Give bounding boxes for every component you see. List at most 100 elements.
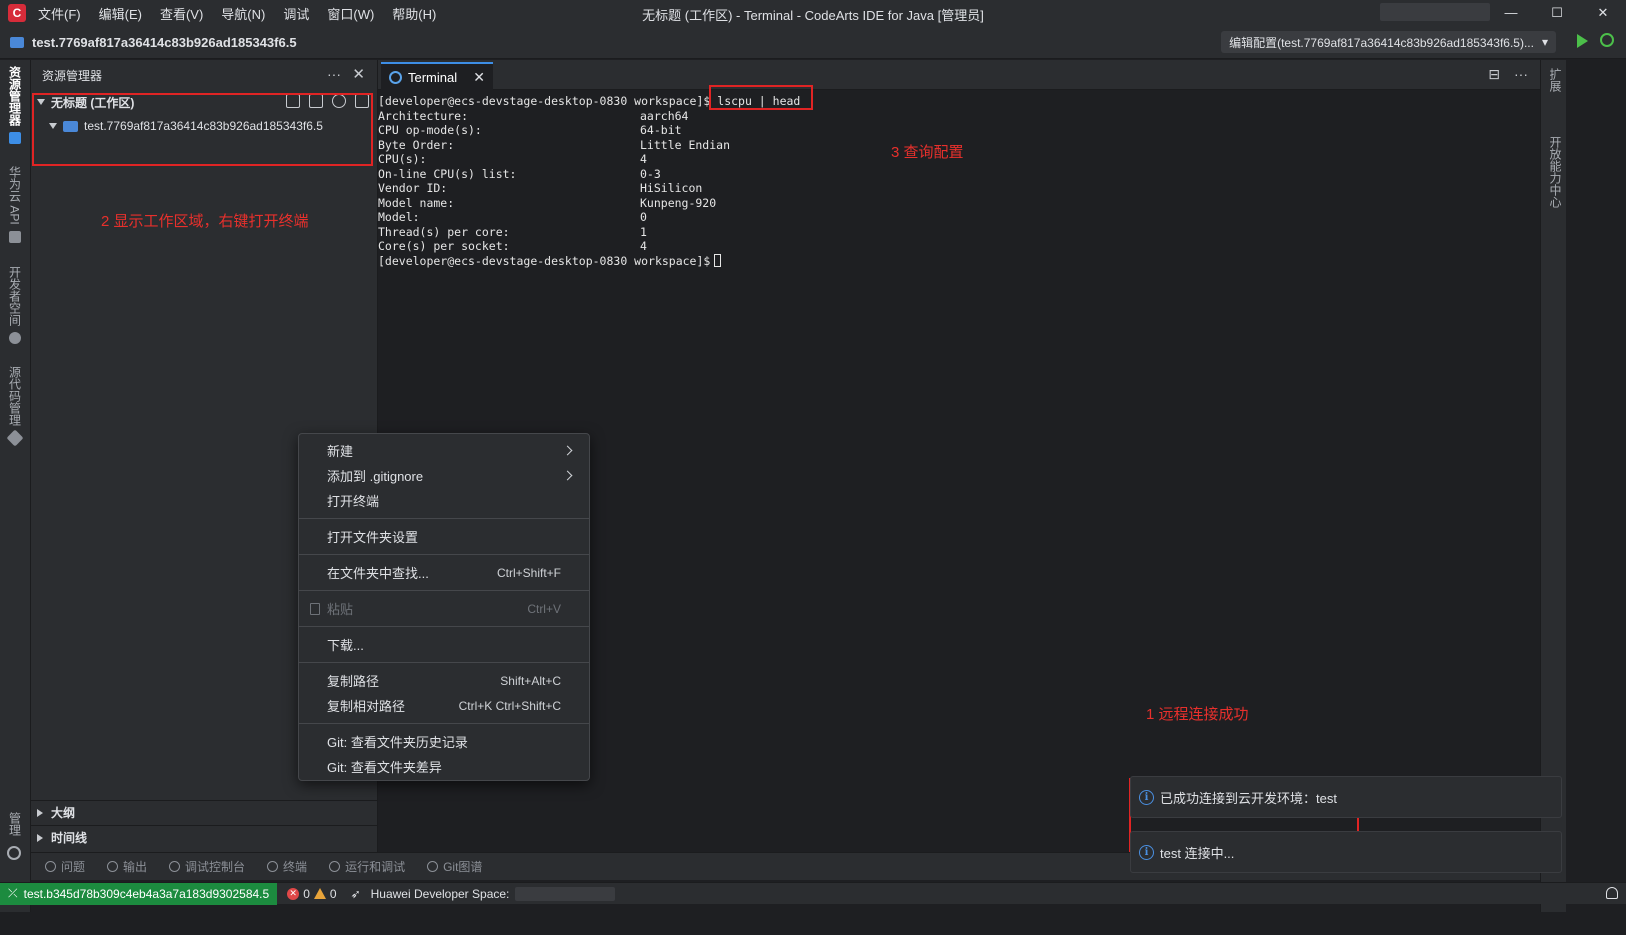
panel-tab-run-debug[interactable]: 运行和调试 — [329, 858, 405, 875]
panel-tab-problems[interactable]: 问题 — [45, 858, 85, 875]
close-icon[interactable]: ✕ — [352, 65, 365, 83]
maximize-button[interactable]: ☐ — [1534, 0, 1580, 26]
panel-tab-label: 问题 — [61, 860, 86, 874]
menu-debug[interactable]: 调试 — [283, 4, 309, 23]
menu-item-git-diff[interactable]: Git: 查看文件夹差异 — [299, 754, 589, 779]
terminal-value: 64-bit — [640, 123, 682, 137]
activity-bar-left: 资源管理器 华为云 API 开发者空间 源代码管理 管理 — [0, 60, 31, 912]
terminal-key: CPU(s): — [378, 152, 427, 166]
menu-item-new[interactable]: 新建 — [299, 438, 589, 463]
menu-item-copy-relative-path[interactable]: 复制相对路径 Ctrl+K Ctrl+Shift+C — [299, 693, 589, 718]
activity-manage[interactable]: 管理 — [4, 812, 26, 836]
menu-edit[interactable]: 编辑(E) — [99, 4, 142, 23]
notification-text: test 连接中... — [1160, 845, 1235, 861]
rocket-icon: ➶ — [350, 886, 361, 901]
terminal-output-row: Architecture: aarch64 — [378, 109, 1540, 124]
terminal-key: Architecture: — [378, 108, 469, 123]
panel-tab-output[interactable]: 输出 — [107, 858, 147, 875]
close-icon[interactable]: ✕ — [473, 69, 485, 86]
git-icon — [427, 861, 439, 872]
api-icon — [9, 230, 21, 243]
menu-item-shortcut: Ctrl+Shift+F — [496, 565, 561, 580]
menu-item-open-terminal[interactable]: 打开终端 — [299, 488, 589, 513]
run-icon[interactable] — [1577, 34, 1588, 48]
more-actions-icon[interactable]: ··· — [327, 66, 341, 82]
menu-window[interactable]: 窗口(W) — [327, 4, 374, 23]
menu-item-label: 新建 — [327, 444, 354, 459]
notification-connected[interactable]: i 已成功连接到云开发环境：test — [1130, 776, 1562, 818]
terminal-key: Core(s) per socket: — [378, 239, 510, 253]
menu-item-folder-settings[interactable]: 打开文件夹设置 — [299, 524, 589, 549]
terminal-output-row: Thread(s) per core: 1 — [378, 225, 1540, 240]
run-config-dropdown[interactable]: 编辑配置(test.7769af817a36414c83b926ad185343… — [1221, 31, 1556, 53]
more-actions-icon[interactable]: ··· — [1514, 66, 1528, 83]
menu-item-label: Git: 查看文件夹历史记录 — [327, 735, 468, 750]
terminal-key: On-line CPU(s) list: — [378, 166, 517, 181]
warning-icon — [313, 888, 326, 899]
menu-separator — [299, 554, 589, 555]
menu-item-add-gitignore[interactable]: 添加到 .gitignore — [299, 463, 589, 488]
panel-tab-terminal[interactable]: 终端 — [267, 858, 307, 875]
menu-navigate[interactable]: 导航(N) — [221, 4, 265, 23]
activity-source-control[interactable]: 源代码管理 — [4, 366, 26, 447]
activity-developer-space[interactable]: 开发者空间 — [4, 266, 26, 344]
terminal-value: HiSilicon — [640, 181, 703, 195]
notification-connecting[interactable]: i test 连接中... — [1130, 831, 1562, 873]
activity-huawei-cloud-api[interactable]: 华为云 API — [4, 166, 26, 243]
terminal-output-row: On-line CPU(s) list: 0-3 — [378, 167, 1540, 182]
annotation-box-command — [709, 85, 813, 110]
panel-tab-git-graph[interactable]: Git图谱 — [427, 858, 482, 875]
menu-help[interactable]: 帮助(H) — [392, 4, 436, 23]
menu-item-label: 打开文件夹设置 — [327, 530, 419, 545]
activity-explorer-label: 资源管理器 — [7, 66, 22, 126]
debug-icon[interactable] — [1600, 33, 1614, 47]
terminal-tab-icon — [389, 70, 402, 84]
activity-manage-label: 管理 — [7, 812, 22, 836]
chevron-right-icon — [562, 470, 573, 481]
gear-icon[interactable] — [7, 846, 21, 860]
annotation-3: 3 查询配置 — [891, 144, 964, 161]
panel-tab-label: 输出 — [123, 860, 148, 874]
terminal-value: 1 — [640, 224, 647, 239]
terminal-value: 0 — [640, 210, 647, 224]
activity-extensions[interactable]: 扩展 — [1544, 68, 1564, 92]
activity-scm-label: 源代码管理 — [7, 366, 22, 426]
terminal-prompt: [developer@ecs-devstage-desktop-0830 wor… — [378, 94, 711, 108]
window-controls: — ☐ ✕ — [1488, 0, 1626, 26]
outline-section[interactable]: 大纲 — [31, 800, 378, 824]
timeline-section[interactable]: 时间线 — [31, 825, 378, 849]
menu-item-download[interactable]: 下载... — [299, 632, 589, 657]
tab-terminal[interactable]: Terminal ✕ — [381, 62, 493, 90]
developer-space-label[interactable]: Huawei Developer Space: — [371, 887, 510, 901]
menu-item-label: Git: 查看文件夹差异 — [327, 760, 442, 775]
bell-icon[interactable] — [1606, 887, 1618, 899]
close-window-button[interactable]: ✕ — [1580, 0, 1626, 26]
menu-item-label: 复制相对路径 — [327, 699, 406, 714]
project-icon — [10, 36, 24, 48]
panel-tab-debug-console[interactable]: 调试控制台 — [169, 858, 245, 875]
menu-item-git-history[interactable]: Git: 查看文件夹历史记录 — [299, 729, 589, 754]
activity-api-label: 华为云 API — [7, 166, 22, 225]
minimize-button[interactable]: — — [1488, 0, 1534, 26]
menu-item-find-in-folder[interactable]: 在文件夹中查找... Ctrl+Shift+F — [299, 560, 589, 585]
menu-item-copy-path[interactable]: 复制路径 Shift+Alt+C — [299, 668, 589, 693]
activity-explorer[interactable]: 资源管理器 — [4, 66, 26, 144]
menu-file[interactable]: 文件(F) — [38, 4, 81, 23]
terminal-icon — [267, 861, 279, 872]
menu-view[interactable]: 查看(V) — [160, 4, 203, 23]
menu-item-label: 在文件夹中查找... — [327, 566, 429, 581]
activity-open-capability-center[interactable]: 开放能力中心 — [1544, 136, 1564, 208]
project-name[interactable]: test.7769af817a36414c83b926ad185343f6.5 — [32, 35, 297, 50]
split-editor-icon[interactable]: ⊟ — [1488, 66, 1500, 83]
terminal-key: CPU op-mode(s): — [378, 123, 482, 137]
notification-text: 已成功连接到云开发环境：test — [1160, 790, 1337, 806]
debug-console-icon — [169, 861, 181, 872]
problems-status[interactable]: ✕ 0 0 — [287, 886, 337, 901]
menu-separator — [299, 518, 589, 519]
panel-tab-label: 终端 — [283, 860, 308, 874]
remote-indicator[interactable]: ⤫ test.b345d78b309c4eb4a3a7a183d9302584.… — [0, 882, 278, 905]
menu-item-shortcut: Shift+Alt+C — [500, 673, 561, 688]
error-count: 0 — [303, 886, 310, 901]
account-area[interactable] — [1380, 3, 1490, 21]
terminal-key: Model: — [378, 210, 420, 224]
